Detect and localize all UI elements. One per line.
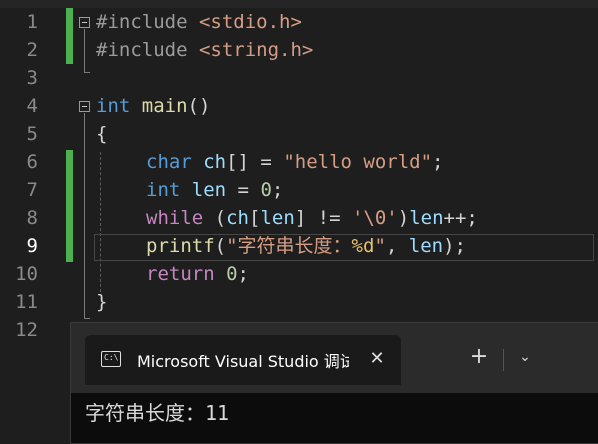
include-path: <string.h> (198, 39, 314, 61)
preprocessor-directive: #include (96, 11, 188, 33)
line-number: 4 (26, 95, 38, 117)
keyword: while (146, 207, 204, 229)
code-line[interactable]: 2 #include <string.h> (0, 36, 598, 64)
code-text[interactable]: #include <string.h> (96, 36, 313, 64)
close-tab-button[interactable]: ✕ (365, 347, 389, 371)
identifier: len (260, 207, 295, 229)
identifier: len (409, 207, 444, 229)
keyword: int (96, 95, 131, 117)
console-icon: C:\ (101, 351, 121, 367)
punctuation: ) (397, 207, 410, 229)
code-line[interactable]: 6 char ch[] = "hello world"; (0, 148, 598, 176)
line-number: 6 (26, 151, 38, 173)
terminal-tab[interactable]: C:\ Microsoft Visual Studio 调试控制台 ✕ (85, 335, 401, 385)
code-line[interactable]: 9 printf("字符串长度：%d", len); (0, 232, 598, 260)
close-brace: } (96, 291, 108, 313)
punctuation: () (187, 95, 211, 117)
code-line[interactable]: 1 #include <stdio.h> (0, 8, 598, 36)
code-text[interactable]: return 0; (146, 260, 249, 288)
punctuation: ; (432, 151, 444, 173)
punctuation: = (226, 179, 261, 201)
line-number: 11 (15, 291, 38, 313)
include-path: <stdio.h> (198, 11, 302, 33)
format-specifier: %d (351, 235, 375, 257)
punctuation: ++; (443, 207, 478, 229)
tab-title: Microsoft Visual Studio 调试控制台 (137, 352, 349, 371)
tab-separator (503, 349, 504, 371)
terminal-tab-bar: C:\ Microsoft Visual Studio 调试控制台 ✕ + ⌄ (71, 323, 598, 393)
code-text[interactable]: printf("字符串长度：%d", len); (146, 232, 466, 260)
console-output: 字符串长度：11 (85, 401, 230, 425)
code-text[interactable]: { (96, 120, 107, 148)
line-number: 5 (26, 123, 38, 145)
line-number: 12 (15, 319, 38, 341)
number-literal: 0 (260, 179, 272, 201)
string-literal: "字符串长度： (226, 235, 352, 257)
title-bar-strip (0, 0, 598, 8)
punctuation: ( (214, 235, 227, 257)
string-literal: "hello world" (283, 151, 433, 173)
line-number: 9 (26, 235, 38, 257)
keyword: int (146, 179, 181, 201)
line-number: 8 (26, 207, 38, 229)
line-number: 10 (15, 263, 38, 285)
dropdown-chevron-icon[interactable]: ⌄ (513, 345, 537, 369)
line-number: 3 (26, 67, 38, 89)
code-line[interactable]: 4 int main() (0, 92, 598, 120)
code-text[interactable]: #include <stdio.h> (96, 8, 302, 36)
debug-console-window[interactable]: C:\ Microsoft Visual Studio 调试控制台 ✕ + ⌄ … (70, 322, 598, 444)
open-brace: { (96, 123, 108, 145)
punctuation: ; (271, 179, 284, 201)
code-text[interactable]: } (96, 288, 107, 316)
number-literal: 0 (226, 263, 238, 285)
punctuation: , (385, 235, 409, 257)
string-literal: " (374, 235, 386, 257)
function-name: printf (146, 235, 215, 257)
code-line[interactable]: 3 (0, 64, 598, 92)
keyword: return (146, 263, 215, 285)
code-text[interactable]: char ch[] = "hello world"; (146, 148, 443, 176)
code-text[interactable]: int main() (96, 92, 210, 120)
code-text[interactable]: int len = 0; (146, 176, 283, 204)
code-line[interactable]: 10 return 0; (0, 260, 598, 288)
identifier: len (191, 179, 227, 201)
function-name: main (141, 95, 188, 117)
preprocessor-directive: #include (96, 39, 188, 61)
code-line[interactable]: 7 int len = 0; (0, 176, 598, 204)
code-text[interactable]: while (ch[len] != '\0')len++; (146, 204, 478, 232)
identifier: ch (203, 151, 227, 173)
punctuation: ; (237, 263, 249, 285)
line-number: 2 (26, 39, 38, 61)
identifier: len (408, 235, 444, 257)
code-line[interactable]: 8 while (ch[len] != '\0')len++; (0, 204, 598, 232)
char-literal: '\0' (351, 207, 398, 229)
keyword: char (146, 151, 192, 173)
line-number: 1 (26, 11, 38, 33)
code-line[interactable]: 5 { (0, 120, 598, 148)
punctuation: ); (443, 235, 466, 257)
new-tab-button[interactable]: + (467, 345, 491, 369)
code-line[interactable]: 11 } (0, 288, 598, 316)
identifier: ch (226, 207, 249, 229)
punctuation: [] = (226, 151, 284, 173)
punctuation: [ (248, 207, 261, 229)
line-number: 7 (26, 179, 38, 201)
punctuation: ( (203, 207, 227, 229)
punctuation: ] != (294, 207, 352, 229)
